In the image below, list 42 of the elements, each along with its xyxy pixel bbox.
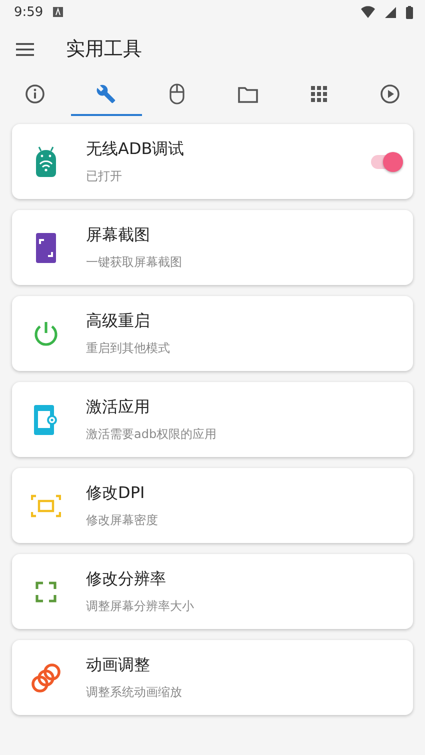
tool-subtitle: 调整系统动画缩放 xyxy=(86,684,183,700)
signal-icon xyxy=(385,6,396,18)
battery-icon xyxy=(406,6,413,18)
wifi-icon xyxy=(361,6,375,18)
screenshot-icon xyxy=(35,232,57,264)
play-circle-icon xyxy=(380,84,400,104)
info-icon xyxy=(25,84,46,104)
power-icon xyxy=(32,320,60,348)
tool-title: 修改分辨率 xyxy=(86,568,167,590)
tool-title: 修改DPI xyxy=(86,482,146,504)
folder-icon xyxy=(238,86,258,102)
tool-title: 屏幕截图 xyxy=(86,224,151,246)
tool-card[interactable]: 屏幕截图 一键获取屏幕截图 xyxy=(12,210,413,285)
wrench-icon xyxy=(96,84,116,104)
tool-card[interactable]: 修改分辨率 调整屏幕分辨率大小 xyxy=(12,554,413,629)
android-wifi-icon xyxy=(35,146,57,178)
app-title: 实用工具 xyxy=(66,37,142,62)
tool-title: 高级重启 xyxy=(86,310,151,332)
tool-subtitle: 一键获取屏幕截图 xyxy=(86,254,183,270)
tool-subtitle: 重启到其他模式 xyxy=(86,340,171,356)
dpi-frame-icon xyxy=(31,494,61,518)
tool-subtitle: 调整屏幕分辨率大小 xyxy=(86,598,195,614)
tool-card[interactable]: 修改DPI 修改屏幕密度 xyxy=(12,468,413,543)
phone-gear-icon xyxy=(33,404,59,436)
mouse-icon xyxy=(169,83,186,105)
menu-icon[interactable] xyxy=(16,42,34,56)
tool-card[interactable]: 激活应用 激活需要adb权限的应用 xyxy=(12,382,413,457)
tool-subtitle: 修改屏幕密度 xyxy=(86,512,159,528)
fullscreen-icon xyxy=(35,580,57,602)
status-time: 9:59 xyxy=(14,4,44,20)
apps-grid-icon xyxy=(310,86,327,102)
tool-subtitle: 已打开 xyxy=(86,168,123,184)
tool-title: 动画调整 xyxy=(86,654,151,676)
tool-subtitle: 激活需要adb权限的应用 xyxy=(86,426,218,442)
rings-icon xyxy=(30,662,62,694)
tool-card[interactable]: 高级重启 重启到其他模式 xyxy=(12,296,413,371)
tool-card[interactable]: 动画调整 调整系统动画缩放 xyxy=(12,640,413,715)
notification-icon xyxy=(53,7,64,17)
tool-title: 激活应用 xyxy=(86,396,151,418)
tool-card[interactable]: 无线ADB调试 已打开 xyxy=(12,124,413,199)
toggle-switch[interactable] xyxy=(371,154,403,168)
tool-title: 无线ADB调试 xyxy=(86,138,186,160)
